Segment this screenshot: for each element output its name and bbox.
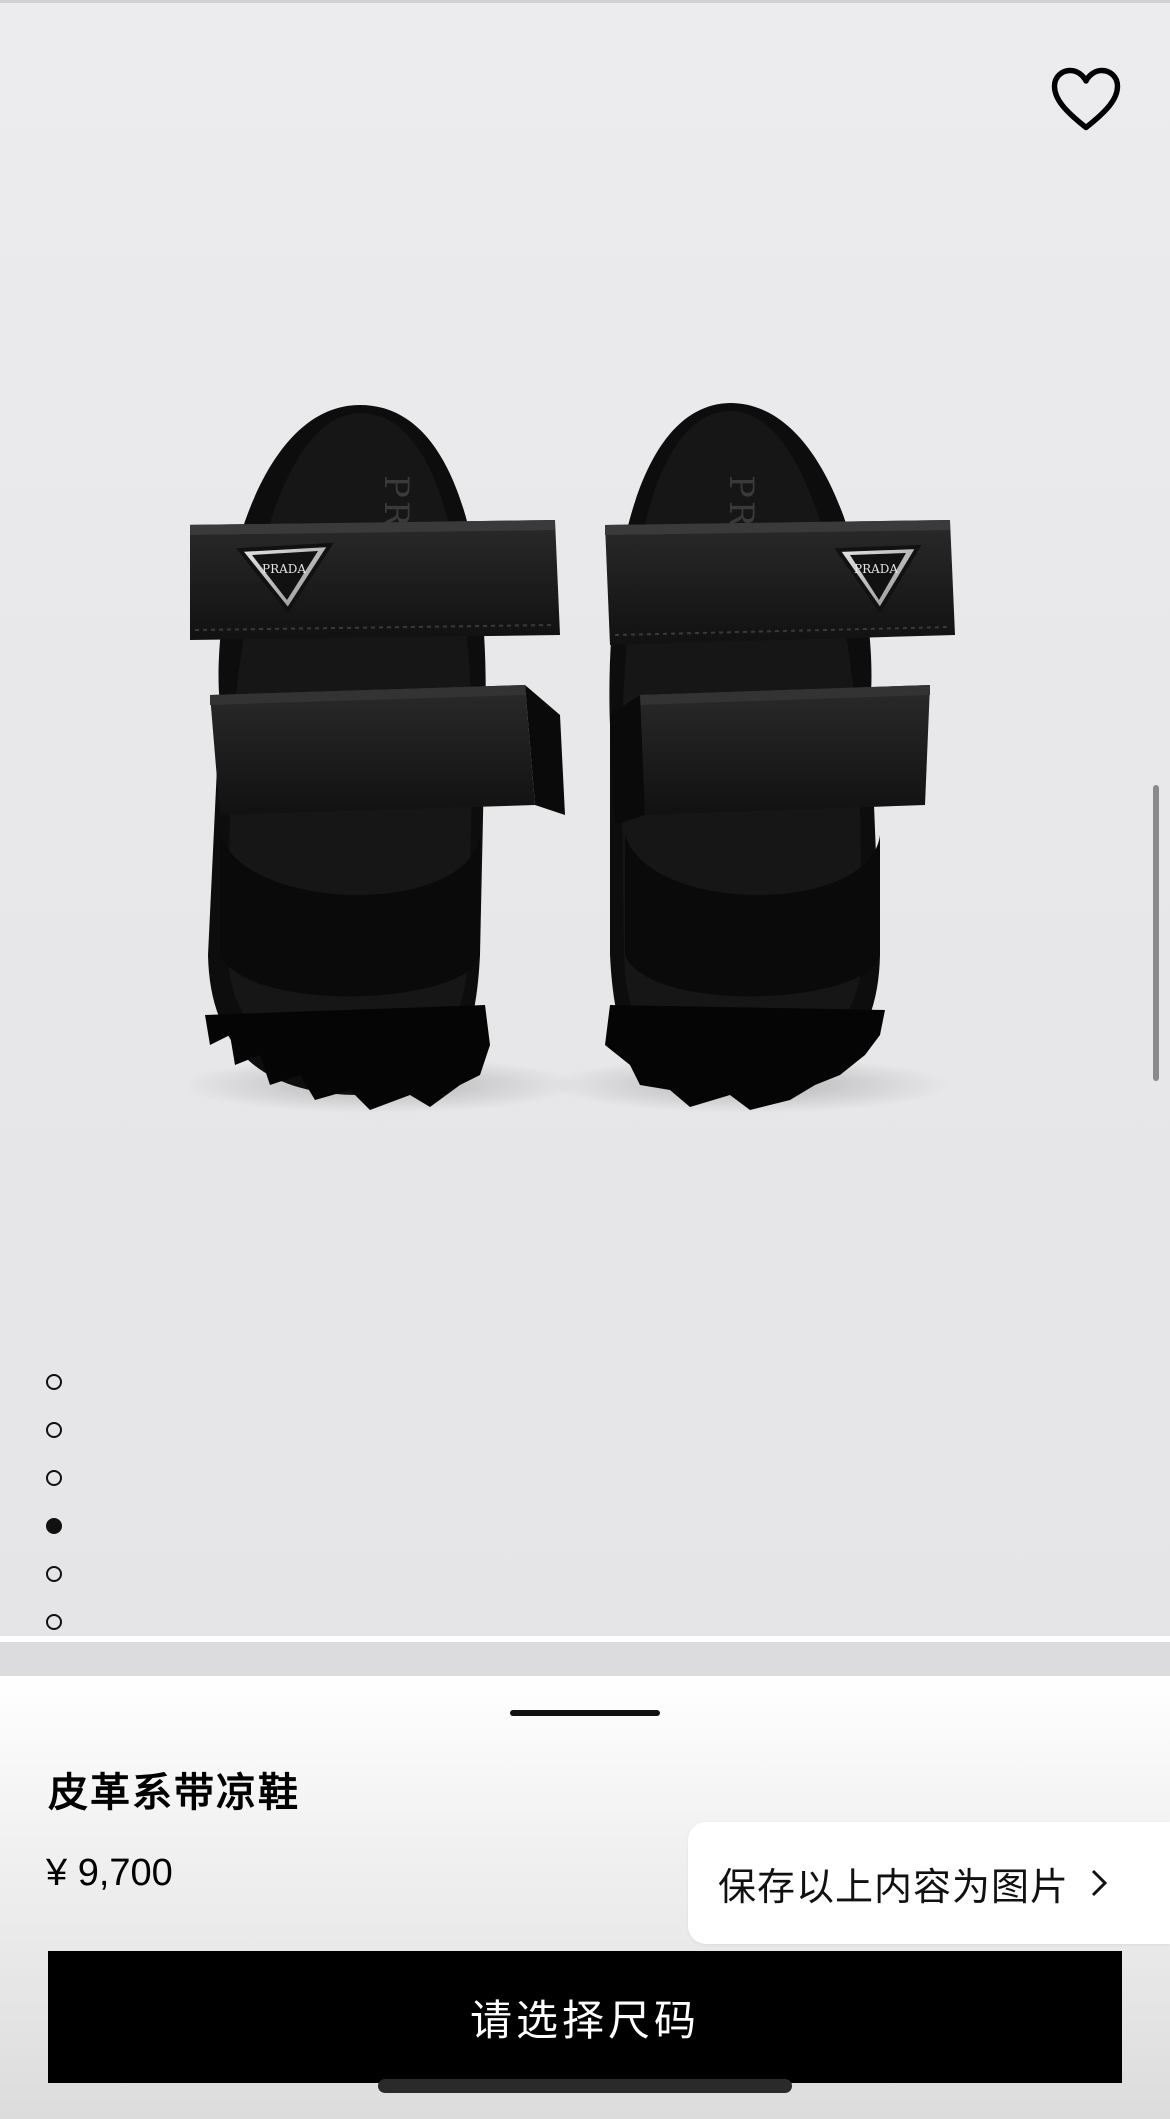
carousel-dot-6[interactable] (46, 1614, 62, 1630)
carousel-dot-3[interactable] (46, 1470, 62, 1486)
carousel-indicator[interactable] (46, 1374, 66, 1636)
sandals-illustration: PRADA PRADA PRADA (190, 403, 955, 1113)
carousel-dot-1[interactable] (46, 1374, 62, 1390)
svg-text:PRADA: PRADA (262, 562, 306, 576)
carousel-dot-5[interactable] (46, 1566, 62, 1582)
home-indicator[interactable] (378, 2079, 792, 2093)
select-size-button[interactable]: 请选择尺码 (48, 1951, 1122, 2083)
carousel-dot-2[interactable] (46, 1422, 62, 1438)
product-info-sheet[interactable]: 皮革系带凉鞋 ¥ 9,700 保存以上内容为图片 请选择尺码 (0, 1676, 1170, 2119)
left-sandal: PRADA PRADA (190, 405, 565, 1110)
product-price: ¥ 9,700 (46, 1852, 173, 1894)
carousel-dot-4-active[interactable] (46, 1518, 62, 1534)
heart-outline-icon (1051, 67, 1121, 131)
chevron-right-icon (1091, 1869, 1108, 1897)
product-image[interactable]: PRADA PRADA PRADA (190, 395, 980, 1115)
section-divider (0, 1636, 1170, 1676)
product-title: 皮革系带凉鞋 (48, 1770, 300, 1816)
product-gallery[interactable]: PRADA PRADA PRADA (0, 0, 1170, 1636)
favorite-button[interactable] (1050, 66, 1122, 132)
right-sandal: PRADA PRADA (605, 403, 955, 1110)
save-as-image-label: 保存以上内容为图片 (718, 1864, 1070, 1909)
scrollbar[interactable] (1153, 785, 1159, 1081)
sheet-drag-handle[interactable] (510, 1710, 660, 1716)
save-as-image-button[interactable]: 保存以上内容为图片 (688, 1822, 1170, 1944)
svg-text:PRADA: PRADA (854, 562, 898, 576)
divider-fill (0, 1642, 1170, 1676)
top-divider (0, 0, 1170, 3)
